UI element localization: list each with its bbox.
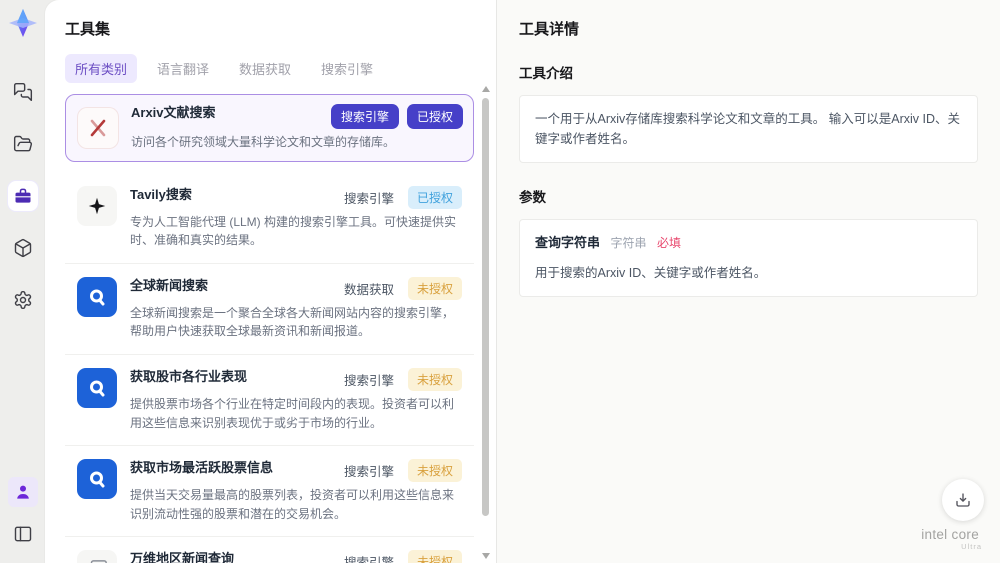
params-heading: 参数: [519, 190, 546, 205]
download-icon: [956, 493, 970, 507]
auth-badge: 未授权: [407, 550, 462, 563]
tab-all-categories[interactable]: 所有类别: [65, 54, 138, 83]
main-surface: 工具集 所有类别 语言翻译 数据获取 搜索引擎 Arxiv文献搜索 搜索引擎 已…: [45, 0, 1000, 563]
rail-nav: [7, 77, 38, 315]
tool-list-pane: 工具集 所有类别 语言翻译 数据获取 搜索引擎 Arxiv文献搜索 搜索引擎 已…: [45, 0, 497, 563]
parameter-type: 字符串: [610, 236, 647, 250]
search-logo-icon: [77, 276, 117, 317]
auth-badge: 已授权: [406, 104, 463, 129]
tool-card-tavily[interactable]: Tavily搜索 搜索引擎 已授权 专为人工智能代理 (LLM) 构建的搜索引擎…: [65, 173, 474, 264]
tool-name: 获取市场最活跃股票信息: [130, 460, 274, 476]
tool-description: 访问各个研究领域大量科学论文和文章的存储库。: [131, 135, 396, 149]
tool-card-sector-performance[interactable]: 获取股市各行业表现 搜索引擎 未授权 提供股票市场各个行业在特定时间段内的表现。…: [65, 355, 474, 447]
rail-bottom: [7, 477, 38, 549]
left-rail: [0, 0, 45, 563]
intel-core-logo: intel core Ultra: [921, 526, 982, 551]
settings-icon[interactable]: [8, 285, 38, 315]
category-label: 搜索引擎: [343, 373, 394, 388]
search-logo-icon: [77, 459, 117, 500]
category-badge: 搜索引擎: [330, 104, 399, 129]
detail-title: 工具详情: [519, 21, 580, 38]
user-icon[interactable]: [7, 477, 38, 507]
tool-intro-box: 一个用于从Arxiv存储库搜索科学论文和文章的工具。 输入可以是Arxiv ID…: [519, 95, 978, 163]
auth-badge: 未授权: [407, 276, 462, 300]
folder-icon[interactable]: [8, 129, 38, 159]
tool-description: 专为人工智能代理 (LLM) 构建的搜索引擎工具。可快速提供实时、准确和真实的结…: [130, 214, 457, 248]
scroll-down-arrow-icon[interactable]: [482, 553, 490, 559]
intel-core-sub-text: Ultra: [961, 541, 982, 551]
toolbox-icon[interactable]: [7, 181, 38, 211]
intro-heading: 工具介绍: [519, 66, 573, 81]
app-logo-icon[interactable]: [5, 5, 41, 41]
tool-name: Tavily搜索: [130, 186, 192, 202]
parameter-required-label: 必填: [657, 236, 682, 250]
tool-intro-text: 一个用于从Arxiv存储库搜索科学论文和文章的工具。 输入可以是Arxiv ID…: [535, 112, 961, 146]
parameter-box: 查询字符串 字符串 必填 用于搜索的Arxiv ID、关键字或作者姓名。: [519, 219, 978, 297]
tab-language-translation[interactable]: 语言翻译: [147, 54, 219, 83]
download-button[interactable]: [942, 479, 984, 521]
tool-name: 万维地区新闻查询: [130, 551, 235, 563]
auth-badge: 未授权: [407, 459, 462, 483]
parameter-header: 查询字符串 字符串 必填: [535, 233, 962, 254]
tool-card-global-news[interactable]: 全球新闻搜索 数据获取 未授权 全球新闻搜索是一个聚合全球各大新闻网站内容的搜索…: [65, 264, 474, 355]
panel-left-icon[interactable]: [8, 519, 38, 549]
chat-icon[interactable]: [8, 77, 38, 107]
parameter-description: 用于搜索的Arxiv ID、关键字或作者姓名。: [535, 265, 767, 280]
category-label: 搜索引擎: [343, 465, 394, 480]
intel-core-logo-text: intel core: [921, 526, 979, 542]
page-title: 工具集: [65, 21, 111, 38]
newspaper-icon: [77, 550, 117, 563]
parameter-name: 查询字符串: [535, 235, 601, 250]
auth-badge: 已授权: [407, 185, 462, 209]
category-label: 搜索引擎: [343, 191, 394, 206]
tab-data-fetch[interactable]: 数据获取: [229, 54, 301, 83]
category-label: 搜索引擎: [344, 552, 394, 563]
tool-name: 获取股市各行业表现: [130, 368, 248, 384]
sparkle-star-icon: [77, 185, 117, 226]
auth-badge: 未授权: [407, 367, 462, 391]
arxiv-logo-icon: [78, 107, 118, 148]
package-icon[interactable]: [8, 233, 38, 263]
tool-detail-pane: 工具详情 工具介绍 一个用于从Arxiv存储库搜索科学论文和文章的工具。 输入可…: [497, 0, 1000, 563]
tool-name: Arxiv文献搜索: [131, 105, 216, 120]
tool-name: 全球新闻搜索: [130, 277, 209, 293]
tool-list: Arxiv文献搜索 搜索引擎 已授权 访问各个研究领域大量科学论文和文章的存储库…: [65, 94, 496, 563]
tool-description: 提供当天交易量最高的股票列表，投资者可以利用这些信息来识别流动性强的股票和潜在的…: [130, 488, 455, 521]
category-tabs: 所有类别 语言翻译 数据获取 搜索引擎: [65, 54, 496, 83]
list-scrollbar: [481, 86, 490, 559]
tab-search-engine[interactable]: 搜索引擎: [311, 54, 383, 83]
tool-card-regional-news[interactable]: 万维地区新闻查询 搜索引擎 未授权 查询具体行政区划内的新闻，快速了解各地新闻动: [65, 537, 474, 563]
search-logo-icon: [77, 367, 117, 408]
scroll-up-arrow-icon[interactable]: [482, 86, 490, 92]
scrollbar-thumb[interactable]: [482, 98, 489, 516]
tool-description: 全球新闻搜索是一个聚合全球各大新闻网站内容的搜索引擎，帮助用户快速获取全球最新资…: [130, 305, 455, 339]
tool-description: 提供股票市场各个行业在特定时间段内的表现。投资者可以利用这些信息来识别表现优于或…: [130, 396, 455, 430]
tool-card-arxiv[interactable]: Arxiv文献搜索 搜索引擎 已授权 访问各个研究领域大量科学论文和文章的存储库…: [65, 94, 474, 162]
tool-card-most-active-stocks[interactable]: 获取市场最活跃股票信息 搜索引擎 未授权 提供当天交易量最高的股票列表，投资者可…: [65, 446, 474, 538]
category-label: 数据获取: [343, 282, 394, 297]
